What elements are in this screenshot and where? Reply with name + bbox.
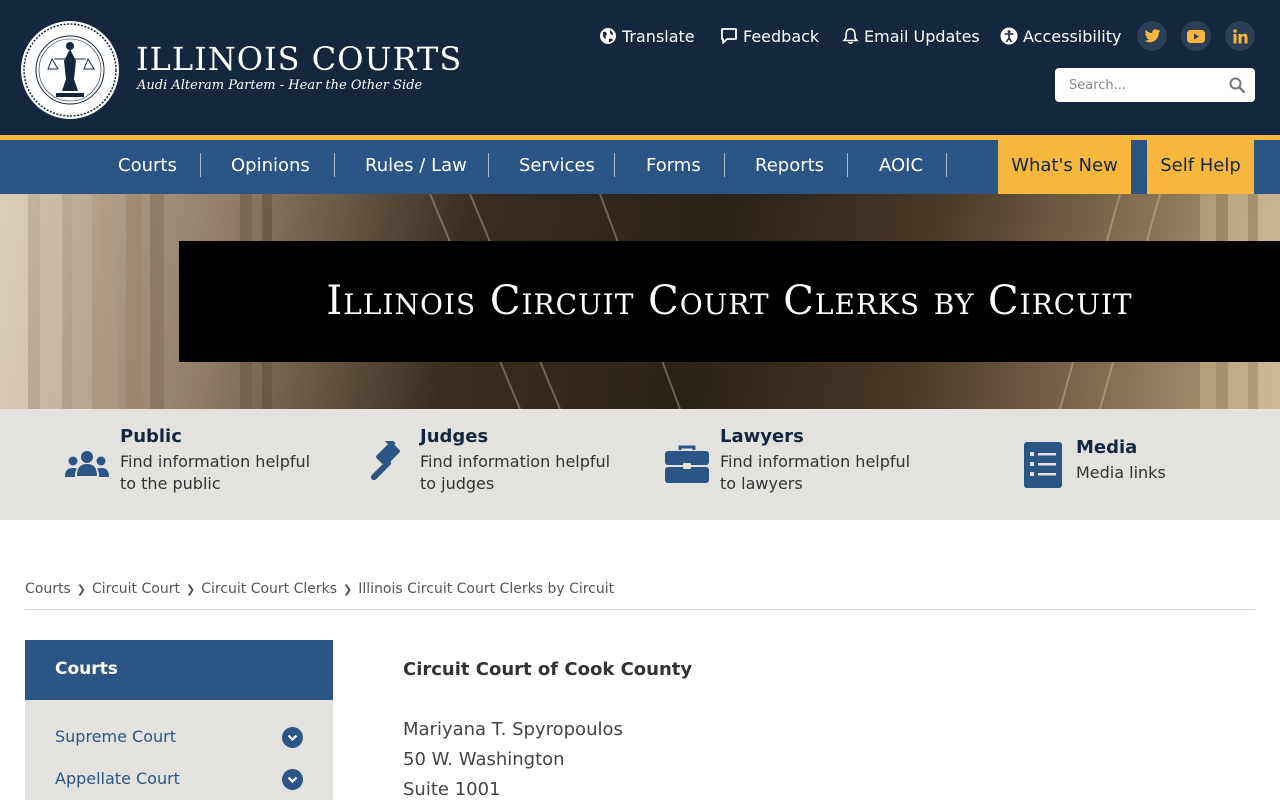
search-input[interactable]: [1055, 68, 1225, 102]
nav-divider: [334, 153, 335, 177]
audience-desc: to lawyers: [720, 474, 803, 493]
youtube-link[interactable]: [1181, 21, 1211, 51]
site-title[interactable]: ILLINOIS COURTS: [136, 40, 462, 78]
audience-desc: Find information helpful: [720, 452, 911, 471]
nav-divider: [946, 153, 947, 177]
linkedin-link[interactable]: [1225, 21, 1255, 51]
audience-desc: to the public: [120, 474, 221, 493]
sidebar-item-appellate-court[interactable]: Appellate Court: [55, 769, 180, 788]
self-help-button[interactable]: Self Help: [1147, 140, 1254, 194]
accessibility-icon: [1000, 27, 1018, 45]
whats-new-button[interactable]: What's New: [998, 140, 1131, 194]
expand-supreme-court-button[interactable]: [282, 727, 303, 748]
audience-judges[interactable]: Judges Find information helpful to judge…: [364, 426, 624, 498]
audience-lawyers[interactable]: Lawyers Find information helpful to lawy…: [664, 426, 924, 498]
clerk-address-line: Suite 1001: [403, 779, 501, 800]
clerk-name: Mariyana T. Spyropoulos: [403, 719, 623, 740]
audience-title: Judges: [420, 426, 489, 447]
feedback-link[interactable]: Feedback: [720, 25, 819, 47]
translate-label: Translate: [622, 26, 695, 46]
chevron-down-icon: [287, 776, 298, 783]
search-box: [1055, 68, 1255, 102]
chevron-right-icon: ❯: [185, 582, 196, 596]
twitter-icon: [1144, 29, 1160, 43]
list-icon: [1024, 442, 1062, 488]
nav-divider: [847, 153, 848, 177]
sidebar-heading: Courts: [25, 640, 333, 700]
breadcrumb-circuit-court[interactable]: Circuit Court: [92, 581, 180, 597]
audience-title: Media: [1076, 437, 1138, 458]
translate-link[interactable]: Translate: [599, 25, 695, 47]
site-tagline: Audi Alteram Partem - Hear the Other Sid…: [137, 78, 423, 93]
breadcrumb-current: Illinois Circuit Court Clerks by Circuit: [358, 581, 615, 597]
accessibility-label: Accessibility: [1023, 26, 1122, 46]
briefcase-icon: [665, 445, 709, 483]
clerk-address-line: 50 W. Washington: [403, 749, 565, 770]
nav-services[interactable]: Services: [519, 140, 595, 194]
sidebar-item-supreme-court[interactable]: Supreme Court: [55, 727, 176, 746]
audience-media[interactable]: Media Media links: [1023, 437, 1223, 489]
nav-aoic[interactable]: AOIC: [879, 140, 923, 194]
nav-divider: [724, 153, 725, 177]
nav-rules-law[interactable]: Rules / Law: [365, 140, 467, 194]
chevron-right-icon: ❯: [343, 582, 353, 596]
users-icon: [65, 451, 109, 477]
nav-reports[interactable]: Reports: [755, 140, 824, 194]
audience-title: Public: [120, 426, 182, 447]
audience-desc: Media links: [1076, 463, 1166, 482]
nav-divider: [488, 153, 489, 177]
hero-banner: Illinois Circuit Court Clerks by Circuit: [0, 194, 1280, 409]
sidebar-heading-label: Courts: [55, 659, 118, 679]
comment-icon: [721, 28, 737, 44]
accessibility-link[interactable]: Accessibility: [1000, 25, 1121, 47]
supreme-court-seal-logo[interactable]: [20, 19, 120, 121]
audience-title: Lawyers: [720, 426, 804, 447]
court-name-heading: Circuit Court of Cook County: [403, 659, 693, 680]
chevron-right-icon: ❯: [76, 582, 86, 596]
bell-icon: [842, 28, 859, 45]
breadcrumb-divider: [25, 609, 1255, 610]
breadcrumb-courts[interactable]: Courts: [25, 581, 71, 597]
audience-desc: Find information helpful: [420, 452, 611, 471]
hero-title-box: Illinois Circuit Court Clerks by Circuit: [179, 241, 1280, 362]
nav-divider: [614, 153, 615, 177]
feedback-label: Feedback: [743, 26, 820, 46]
audience-public[interactable]: Public Find information helpful to the p…: [64, 426, 324, 498]
globe-icon: [600, 28, 616, 44]
nav-courts[interactable]: Courts: [118, 140, 177, 194]
gavel-icon: [370, 441, 400, 481]
nav-divider: [200, 153, 201, 177]
nav-forms[interactable]: Forms: [646, 140, 701, 194]
search-icon[interactable]: [1229, 77, 1245, 93]
email-updates-label: Email Updates: [864, 26, 980, 46]
linkedin-icon: [1232, 28, 1247, 43]
email-updates-link[interactable]: Email Updates: [842, 25, 980, 47]
nav-opinions[interactable]: Opinions: [231, 140, 310, 194]
youtube-icon: [1187, 29, 1205, 43]
page-title: Illinois Circuit Court Clerks by Circuit: [326, 278, 1133, 324]
audience-desc: to judges: [420, 474, 495, 493]
expand-appellate-court-button[interactable]: [282, 769, 303, 790]
chevron-down-icon: [287, 734, 298, 741]
breadcrumb-circuit-court-clerks[interactable]: Circuit Court Clerks: [201, 581, 337, 597]
twitter-link[interactable]: [1137, 21, 1167, 51]
audience-desc: Find information helpful: [120, 452, 311, 471]
breadcrumb: Courts ❯ Circuit Court ❯ Circuit Court C…: [25, 578, 614, 600]
